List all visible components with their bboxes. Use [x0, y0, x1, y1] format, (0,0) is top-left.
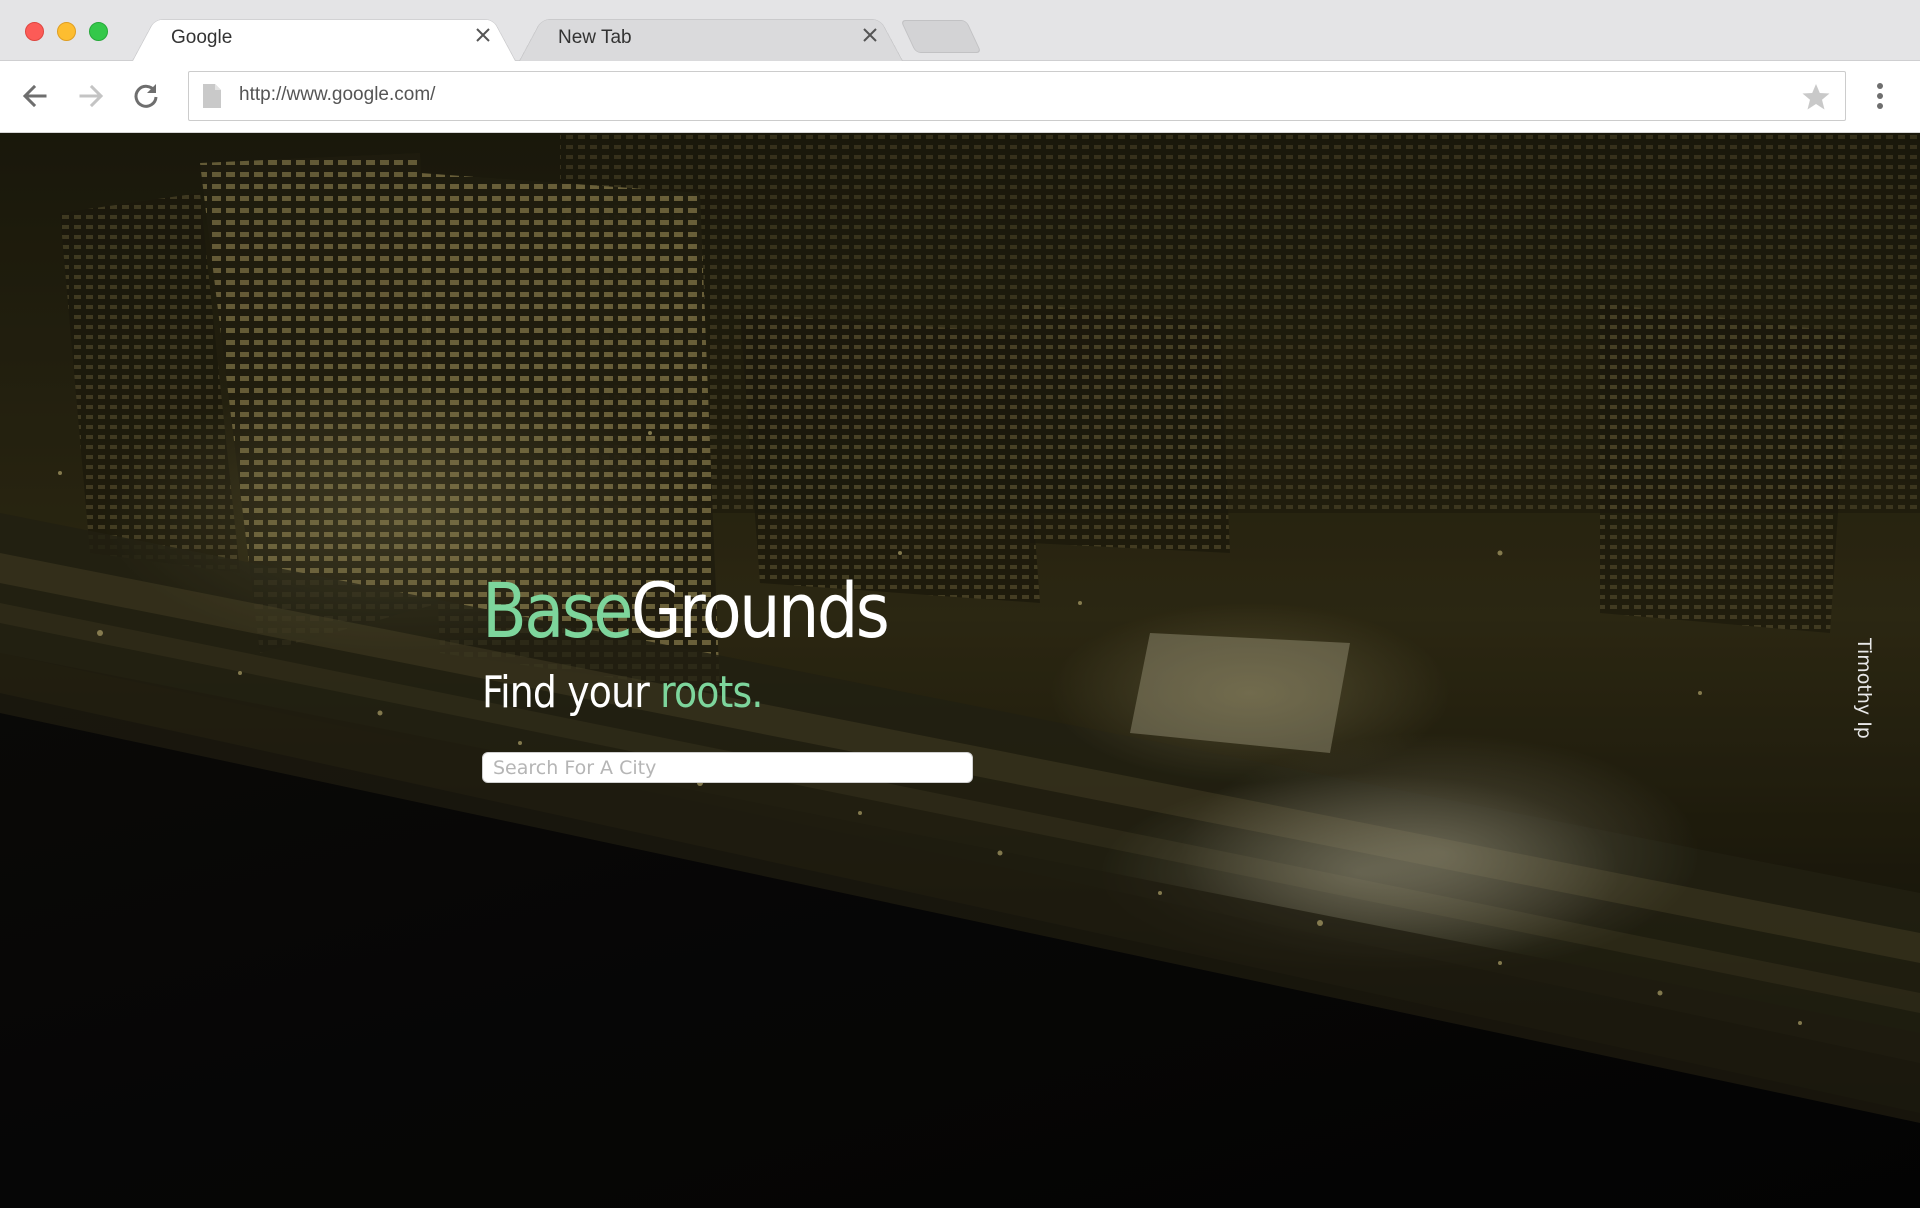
address-bar[interactable]: http://www.google.com/	[188, 71, 1846, 121]
tab-new-tab[interactable]: New Tab	[520, 14, 902, 61]
tagline: Find your roots.	[482, 671, 763, 715]
tagline-roots: roots.	[660, 667, 763, 718]
city-night-background-image	[0, 133, 1920, 1208]
tab-title: Google	[171, 27, 233, 48]
brand-part-base: Base	[482, 566, 633, 655]
tab-google[interactable]: Google	[133, 14, 515, 61]
close-icon[interactable]	[473, 25, 493, 45]
browser-window: New Tab Google http://www.google.com/ Ba…	[0, 0, 1920, 1208]
brand-part-grounds: Grounds	[630, 566, 890, 655]
close-window-button[interactable]	[25, 22, 44, 41]
maximize-window-button[interactable]	[89, 22, 108, 41]
page-content: BaseGrounds Find your roots. Timothy Ip	[0, 133, 1920, 1208]
close-icon[interactable]	[860, 25, 880, 45]
tab-title: New Tab	[558, 27, 632, 48]
star-icon[interactable]	[1801, 82, 1831, 112]
url-text[interactable]: http://www.google.com/	[239, 84, 435, 106]
reload-icon[interactable]	[129, 79, 163, 113]
arrow-right-icon[interactable]	[74, 79, 108, 113]
minimize-window-button[interactable]	[57, 22, 76, 41]
browser-toolbar: http://www.google.com/	[0, 61, 1920, 133]
arrow-left-icon[interactable]	[18, 79, 52, 113]
tagline-find-your: Find your	[482, 667, 661, 718]
new-tab-button[interactable]	[900, 20, 982, 53]
kebab-menu-icon[interactable]	[1866, 79, 1894, 113]
city-search-input[interactable]	[482, 752, 973, 783]
brand-title: BaseGrounds	[482, 573, 890, 649]
photo-credit: Timothy Ip	[1853, 638, 1875, 739]
tab-strip: New Tab Google	[0, 0, 1920, 61]
page-icon	[203, 84, 221, 108]
